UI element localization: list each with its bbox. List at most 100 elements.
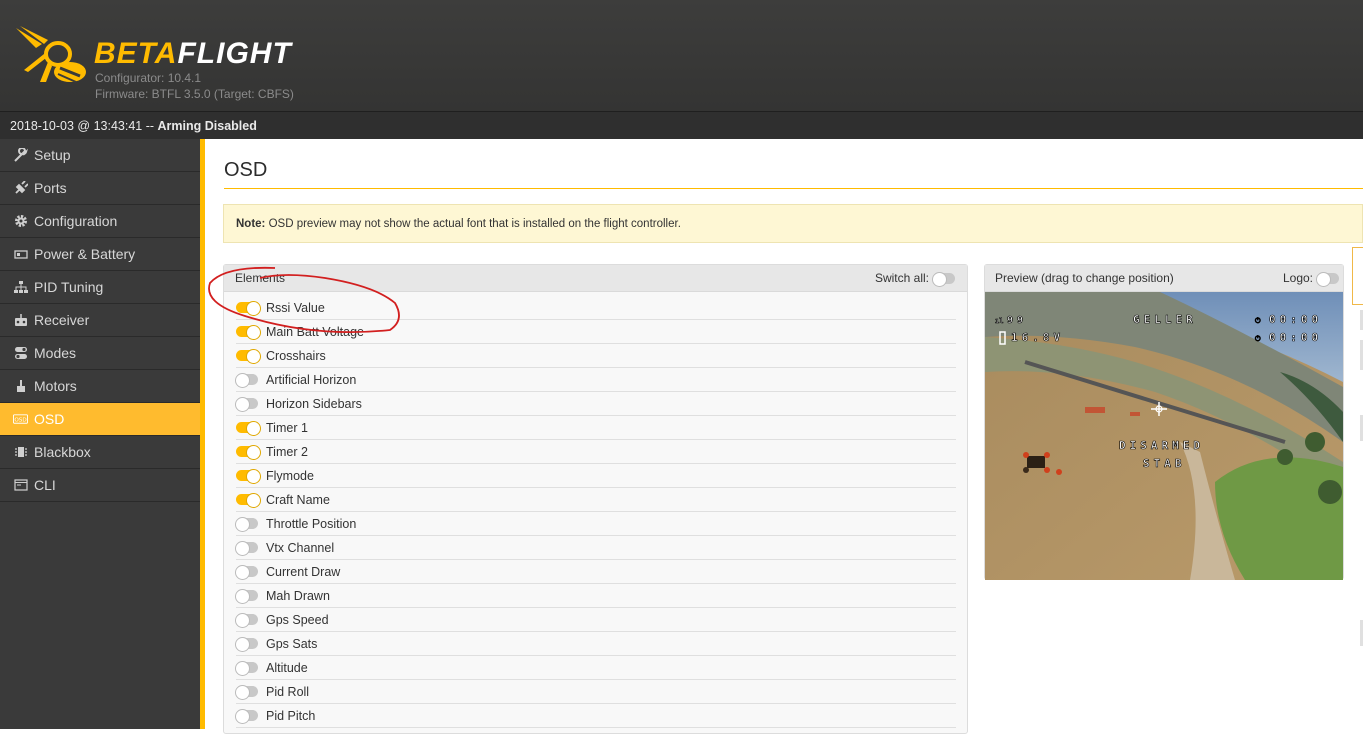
osd-element-toggle[interactable]: [236, 493, 261, 508]
sidebar-item-power-battery[interactable]: Power & Battery: [0, 238, 200, 271]
osd-element-row: Artificial Horizon: [235, 368, 956, 392]
sidebar-item-modes[interactable]: Modes: [0, 337, 200, 370]
title-underline: [224, 188, 1363, 189]
logo-switch: Logo:: [1283, 265, 1339, 292]
firmware-version: Firmware: BTFL 3.5.0 (Target: CBFS): [95, 87, 294, 101]
switch-all: Switch all:: [875, 265, 955, 292]
osd-element-label: Timer 1: [266, 420, 308, 435]
terminal-icon: [13, 478, 28, 493]
osd-timer1-icon: ⏻: [1255, 317, 1261, 325]
osd-element-label: Timer 2: [266, 444, 308, 459]
osd-element-toggle[interactable]: [236, 349, 261, 364]
osd-element-toggle[interactable]: [235, 541, 258, 556]
sidebar-item-receiver[interactable]: Receiver: [0, 304, 200, 337]
osd-rssi[interactable]: 99: [1007, 315, 1027, 327]
osd-element-label: Gps Sats: [266, 636, 318, 651]
configurator-version: Configurator: 10.4.1: [95, 71, 202, 85]
osd-element-toggle[interactable]: [235, 589, 258, 604]
elements-list: Rssi Value Main Batt Voltage Crosshairs Art…: [224, 292, 967, 728]
arming-status: Arming Disabled: [157, 119, 257, 133]
sidebar-item-pid-tuning[interactable]: PID Tuning: [0, 271, 200, 304]
help-tooltip-stub: [1352, 247, 1363, 305]
plug-icon: [13, 181, 28, 196]
osd-timer-1[interactable]: 00:00: [1269, 313, 1322, 327]
osd-element-row: Pid Roll: [235, 680, 956, 704]
osd-preview-image[interactable]: 99 GELLER 00:00 00:00 16.8V DISARMED STA…: [985, 292, 1343, 580]
motor-icon: [13, 379, 28, 394]
osd-element-row: Gps Speed: [235, 608, 956, 632]
status-bar: 2018-10-03 @ 13:43:41 -- Arming Disabled: [0, 111, 1363, 139]
bee-logo-icon: [16, 26, 86, 83]
osd-element-row: Crosshairs: [236, 344, 956, 368]
osd-timer-2[interactable]: 00:00: [1269, 331, 1322, 345]
sidebar-item-setup[interactable]: Setup: [0, 139, 200, 172]
sidebar-item-osd[interactable]: OSD OSD: [0, 403, 200, 436]
switch-all-toggle[interactable]: [932, 272, 955, 287]
osd-element-label: Current Draw: [266, 564, 341, 579]
osd-element-toggle[interactable]: [236, 421, 261, 436]
status-datetime: 2018-10-03 @ 13:43:41 --: [10, 119, 158, 133]
osd-element-toggle[interactable]: [236, 469, 261, 484]
app-header: BETAFLIGHT Configurator: 10.4.1 Firmware…: [0, 0, 1363, 111]
sidebar-item-cli[interactable]: CLI: [0, 469, 200, 502]
osd-element-toggle[interactable]: [235, 637, 258, 652]
osd-element-label: Altitude: [266, 660, 308, 675]
osd-element-row: Horizon Sidebars: [235, 392, 956, 416]
osd-element-toggle[interactable]: [235, 397, 258, 412]
osd-element-label: Mah Drawn: [266, 588, 330, 603]
brand-wordmark: BETAFLIGHT: [94, 37, 292, 70]
osd-element-label: Throttle Position: [266, 516, 357, 531]
osd-note: Note: OSD preview may not show the actua…: [223, 204, 1363, 243]
osd-element-toggle[interactable]: [236, 445, 261, 460]
osd-element-toggle[interactable]: [235, 661, 258, 676]
sidebar-item-configuration[interactable]: Configuration: [0, 205, 200, 238]
osd-element-toggle[interactable]: [235, 685, 258, 700]
page-title: OSD: [224, 159, 268, 181]
main-content: OSD Note: OSD preview may not show the a…: [205, 139, 1363, 734]
osd-element-toggle[interactable]: [235, 709, 258, 724]
osd-disarmed: DISARMED: [1119, 439, 1204, 452]
osd-flymode[interactable]: STAB: [1143, 457, 1186, 471]
sidebar-item-blackbox[interactable]: Blackbox: [0, 436, 200, 469]
wrench-icon: [13, 148, 28, 163]
osd-element-label: Vtx Channel: [266, 540, 335, 555]
osd-element-row: Altitude: [235, 656, 956, 680]
battery-icon: [13, 247, 28, 262]
osd-element-row: Craft Name: [236, 488, 956, 512]
osd-icon: OSD: [13, 412, 28, 427]
annotation-circle: [208, 266, 400, 333]
osd-element-row: Vtx Channel: [235, 536, 956, 560]
osd-element-row: Current Draw: [235, 560, 956, 584]
sidebar-item-ports[interactable]: Ports: [0, 172, 200, 205]
osd-craft-name[interactable]: GELLER: [1133, 313, 1197, 327]
osd-element-toggle[interactable]: [235, 373, 258, 388]
logo-toggle[interactable]: [1316, 272, 1339, 287]
svg-text:OSD: OSD: [14, 417, 26, 423]
osd-element-label: Artificial Horizon: [266, 372, 357, 387]
osd-element-label: Horizon Sidebars: [266, 396, 362, 411]
sitemap-icon: [13, 280, 28, 295]
osd-element-label: Flymode: [266, 468, 314, 483]
preview-panel-header: Preview (drag to change position) Logo:: [985, 265, 1343, 292]
receiver-icon: [13, 313, 28, 328]
gear-icon: [13, 214, 28, 229]
preview-panel: Preview (drag to change position) Logo:: [984, 264, 1344, 580]
sidebar-nav: Setup Ports Configuration Power & Batter…: [0, 139, 200, 729]
osd-element-row: Flymode: [236, 464, 956, 488]
osd-rssi-icon: ıl: [995, 317, 1003, 325]
osd-element-label: Pid Pitch: [266, 708, 316, 723]
osd-element-toggle[interactable]: [235, 517, 258, 532]
osd-element-row: Timer 1: [236, 416, 956, 440]
osd-element-row: Throttle Position: [235, 512, 956, 536]
sidebar-item-motors[interactable]: Motors: [0, 370, 200, 403]
osd-element-row: Pid Pitch: [235, 704, 956, 728]
osd-element-label: Pid Roll: [266, 684, 310, 699]
osd-element-row: Mah Drawn: [235, 584, 956, 608]
osd-element-toggle[interactable]: [235, 565, 258, 580]
osd-element-label: Craft Name: [266, 492, 330, 507]
osd-element-row: Gps Sats: [235, 632, 956, 656]
osd-element-toggle[interactable]: [235, 613, 258, 628]
osd-element-label: Crosshairs: [266, 348, 326, 363]
blackbox-icon: [13, 445, 28, 460]
osd-voltage[interactable]: 16.8V: [1011, 331, 1064, 345]
